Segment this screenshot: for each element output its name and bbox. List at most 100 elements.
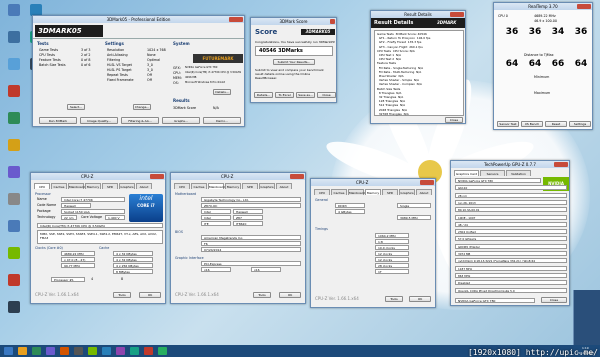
window-controls[interactable] xyxy=(150,174,164,179)
tab[interactable]: Caches xyxy=(191,183,207,189)
details-button[interactable]: Details... xyxy=(213,89,231,95)
tab[interactable]: Memory xyxy=(85,183,101,189)
tab[interactable]: Mainboard xyxy=(68,183,85,189)
tab[interactable]: Memory xyxy=(365,189,381,195)
cpuz2-titlebar[interactable]: CPU-Z xyxy=(171,173,305,180)
tab[interactable]: Graphics xyxy=(119,183,135,189)
volume-flyout[interactable] xyxy=(573,290,600,345)
window-controls[interactable] xyxy=(420,180,434,185)
tab[interactable]: Mainboard xyxy=(208,183,225,189)
gpuz-titlebar[interactable]: TechPowerUp GPU-Z 0.7.7 xyxy=(451,161,569,168)
tab[interactable]: About xyxy=(136,183,152,189)
taskbar-app-icon[interactable] xyxy=(116,347,125,355)
3dmark-titlebar[interactable]: 3DMark05 - Professional Edition xyxy=(33,16,244,23)
realtemp-button[interactable]: Sensor Test xyxy=(497,121,519,127)
desktop-shortcut[interactable] xyxy=(3,139,25,161)
tab[interactable]: Caches xyxy=(331,189,347,195)
desktop-shortcut[interactable] xyxy=(3,247,25,269)
desktop-shortcut[interactable] xyxy=(3,274,25,296)
result-close-button[interactable]: Close xyxy=(445,117,463,123)
taskbar-app-icon[interactable] xyxy=(130,347,139,355)
processor-selection[interactable]: Processor #1 xyxy=(51,277,85,282)
taskbar-app-icon[interactable] xyxy=(74,347,83,355)
score-action-button[interactable]: Details... xyxy=(254,92,273,98)
window-controls[interactable] xyxy=(229,17,243,22)
tab[interactable]: Mainboard xyxy=(348,189,365,195)
desktop-shortcut[interactable] xyxy=(3,85,25,107)
bottom-button[interactable]: Demo... xyxy=(203,117,241,124)
cpuz1-ok-button[interactable]: OK xyxy=(139,292,161,298)
bottom-button[interactable]: Graphs... xyxy=(162,117,200,124)
taskbar-app-icon[interactable] xyxy=(32,347,41,355)
realtemp-titlebar[interactable]: RealTemp 3.70 xyxy=(494,3,592,10)
tab[interactable]: SPD xyxy=(102,183,118,189)
tab[interactable]: CPU xyxy=(174,183,190,189)
gpuz-close-button[interactable]: Close xyxy=(541,297,567,303)
tab[interactable]: Caches xyxy=(51,183,67,189)
taskbar-app-icon[interactable] xyxy=(88,347,97,355)
change-settings-button[interactable]: Change... xyxy=(133,104,151,110)
cpuz1-titlebar[interactable]: CPU-Z xyxy=(31,173,165,180)
bottom-button[interactable]: Image Quality... xyxy=(80,117,118,124)
window-controls[interactable] xyxy=(577,4,591,9)
score-action-button[interactable]: To Excel xyxy=(275,92,294,98)
result-tree-item[interactable]: 32768 Triangles N/A xyxy=(377,112,409,116)
taskbar-app-icon[interactable] xyxy=(102,347,111,355)
cpuz2-tools-button[interactable]: Tools xyxy=(253,292,271,298)
bottom-button[interactable]: Run 3DMark xyxy=(39,117,77,124)
gpuz-tab[interactable]: Validation xyxy=(506,170,531,176)
tab[interactable]: CPU xyxy=(314,189,330,195)
tab[interactable]: Graphics xyxy=(259,183,275,189)
distance-to-tjmax: 64 xyxy=(505,59,519,69)
core-temp: 36 xyxy=(505,27,519,37)
score-action-button[interactable]: Close xyxy=(317,92,336,98)
desktop-shortcut[interactable] xyxy=(3,220,25,242)
desktop-shortcut[interactable] xyxy=(3,193,25,215)
desktop-shortcut[interactable] xyxy=(3,301,25,323)
realtemp-button[interactable]: Reset xyxy=(545,121,567,127)
tab[interactable]: SPD xyxy=(382,189,398,195)
tab[interactable]: Memory xyxy=(225,183,241,189)
taskbar-app-icon[interactable] xyxy=(4,347,13,355)
cas-latency: 10.0 clocks xyxy=(375,245,409,250)
taskbar-app-icon[interactable] xyxy=(144,347,153,355)
score-action-button[interactable]: Save as... xyxy=(296,92,315,98)
cpuz3-tools-button[interactable]: Tools xyxy=(385,296,403,302)
tab[interactable]: Graphics xyxy=(399,189,415,195)
taskbar-app-icon[interactable] xyxy=(158,347,167,355)
taskbar-app-icon[interactable] xyxy=(18,347,27,355)
gpuz-tab[interactable]: Sensors xyxy=(480,170,505,176)
close-icon[interactable] xyxy=(330,19,335,24)
result-tree[interactable]: Game Tests 3DMark Score: 40546 GT1 - Ret… xyxy=(374,30,464,116)
taskbar-app-icon[interactable] xyxy=(60,347,69,355)
desktop-shortcut[interactable] xyxy=(3,166,25,188)
cpuz1-tools-button[interactable]: Tools xyxy=(113,292,131,298)
threads-value: 8 xyxy=(121,277,124,281)
desktop-shortcut[interactable] xyxy=(3,31,25,53)
realtemp-button[interactable]: Settings xyxy=(569,121,591,127)
gpuz-tab[interactable]: Graphics Card xyxy=(454,170,479,176)
gpuz-field: 28 nm xyxy=(455,192,567,198)
window-controls[interactable] xyxy=(450,12,464,17)
window-controls[interactable] xyxy=(290,174,304,179)
realtemp-button[interactable]: XS Bench xyxy=(521,121,543,127)
score-titlebar[interactable]: 3DMark Score xyxy=(251,18,336,25)
result-details-titlebar[interactable]: Result Details xyxy=(371,11,465,18)
select-tests-button[interactable]: Select... xyxy=(67,104,85,110)
tab[interactable]: CPU xyxy=(34,183,50,189)
submit-results-button[interactable]: Submit Your Results... xyxy=(273,59,315,65)
taskbar-app-icon[interactable] xyxy=(46,347,55,355)
tab[interactable]: About xyxy=(276,183,292,189)
desktop-shortcut[interactable] xyxy=(3,4,25,26)
gpuz-window: TechPowerUp GPU-Z 0.7.7 NVIDIA NVIDIA Ge… xyxy=(450,160,570,306)
window-controls[interactable] xyxy=(554,162,568,167)
cpuz3-ok-button[interactable]: OK xyxy=(409,296,431,302)
gpu-selector[interactable]: NVIDIA GeForce GTX 780 xyxy=(455,298,535,303)
cpuz3-titlebar[interactable]: CPU-Z xyxy=(311,179,435,186)
tab[interactable]: SPD xyxy=(242,183,258,189)
bottom-button[interactable]: Filtering & AA... xyxy=(121,117,159,124)
desktop-shortcut[interactable] xyxy=(3,112,25,134)
tab[interactable]: About xyxy=(416,189,432,195)
desktop-shortcut[interactable] xyxy=(3,58,25,80)
cpuz2-ok-button[interactable]: OK xyxy=(279,292,301,298)
